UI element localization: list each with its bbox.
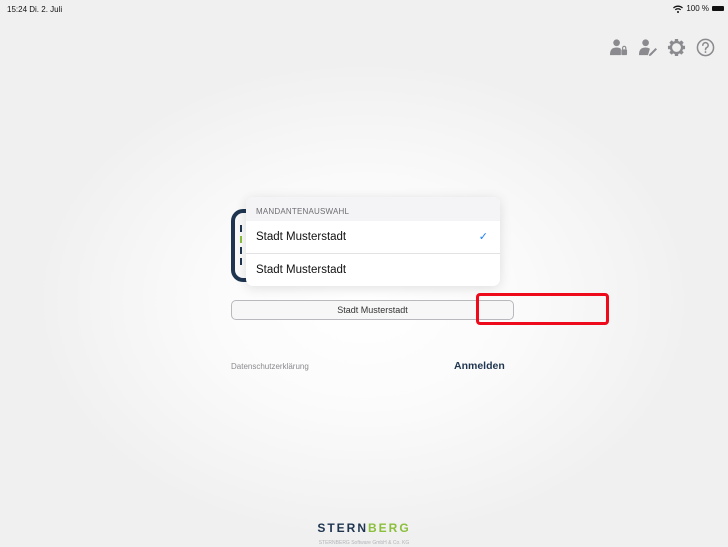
- logo-bracket-marks: [240, 225, 243, 269]
- checkmark-icon: ✓: [478, 231, 488, 243]
- help-icon[interactable]: [696, 38, 715, 57]
- status-bar: 15:24 Di. 2. Juli 100 %: [0, 0, 728, 18]
- tenant-selection-popover: MANDANTENAUSWAHL Stadt Musterstadt ✓ Sta…: [246, 197, 500, 286]
- tenant-select-field[interactable]: Stadt Musterstadt: [231, 300, 514, 320]
- popover-header: MANDANTENAUSWAHL: [246, 197, 500, 221]
- brand-logo-accent: BERG: [368, 521, 411, 535]
- tenant-option[interactable]: Stadt Musterstadt ✓: [246, 221, 500, 253]
- status-time: 15:24 Di. 2. Juli: [7, 5, 63, 14]
- highlight-box: [476, 293, 609, 325]
- tenant-option-label: Stadt Musterstadt: [256, 264, 347, 276]
- privacy-policy-link[interactable]: Datenschutzerklärung: [231, 362, 309, 371]
- footer-text: STERNBERG Software GmbH & Co. KG: [318, 540, 410, 546]
- user-edit-icon[interactable]: [638, 38, 657, 57]
- brand-logo: STERNBERG: [0, 521, 728, 535]
- wifi-icon: [673, 5, 684, 13]
- gear-icon[interactable]: [667, 38, 686, 57]
- battery-percentage: 100 %: [686, 4, 709, 13]
- toolbar: [609, 38, 715, 57]
- user-lock-icon[interactable]: [609, 38, 628, 57]
- brand-logo-part: STERN: [317, 521, 368, 535]
- battery-icon: [712, 6, 724, 11]
- tenant-option-label: Stadt Musterstadt: [256, 231, 347, 243]
- tenant-option[interactable]: Stadt Musterstadt: [246, 253, 500, 286]
- status-indicators: 100 %: [673, 4, 724, 13]
- login-button[interactable]: Anmelden: [454, 360, 505, 372]
